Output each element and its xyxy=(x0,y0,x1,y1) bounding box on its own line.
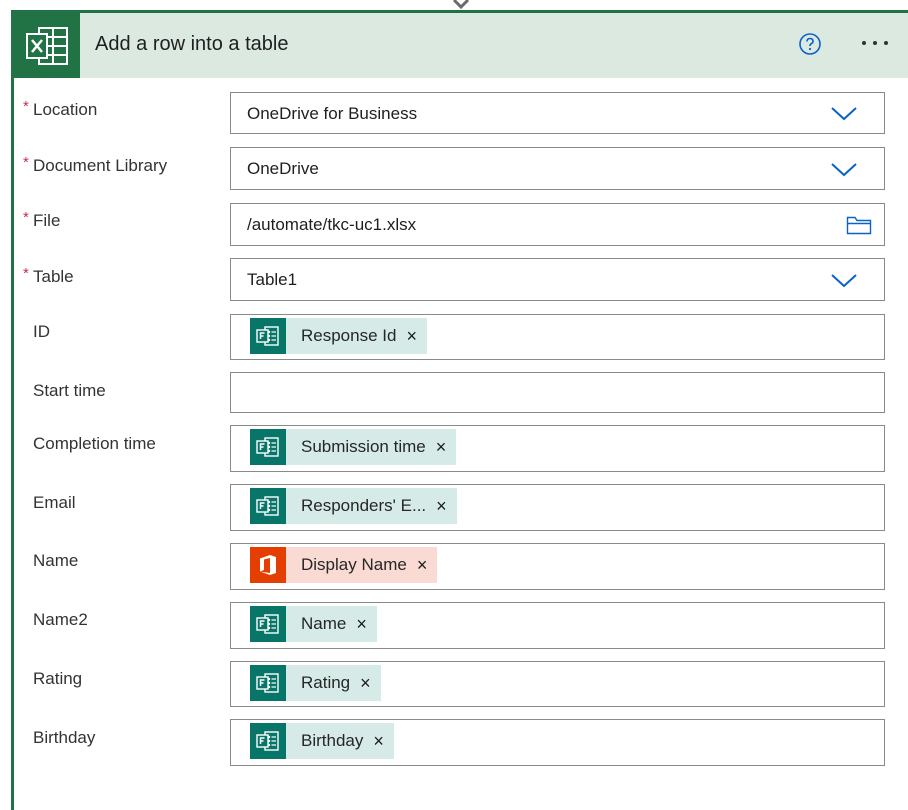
birthday-field[interactable]: Birthday × xyxy=(230,719,885,766)
id-label: ID xyxy=(33,322,50,341)
more-options-icon[interactable] xyxy=(858,30,892,56)
forms-icon xyxy=(250,488,286,524)
table-value: Table1 xyxy=(247,270,298,289)
remove-token-icon[interactable]: × xyxy=(346,615,377,633)
dynamic-content-token[interactable]: Response Id × xyxy=(250,318,427,354)
start-time-label: Start time xyxy=(33,381,106,400)
token-label: Name xyxy=(301,614,347,633)
remove-token-icon[interactable]: × xyxy=(350,674,381,692)
document-library-dropdown[interactable]: OneDrive xyxy=(230,147,885,190)
required-asterisk: * xyxy=(23,209,29,226)
table-label: * Table xyxy=(23,265,74,286)
dynamic-content-token[interactable]: Name × xyxy=(250,606,377,642)
token-label: Submission time xyxy=(301,437,426,456)
token-label: Response Id xyxy=(301,326,397,345)
token-label: Rating xyxy=(301,673,351,692)
token-label: Responders' E... xyxy=(301,496,427,515)
id-field[interactable]: Response Id × xyxy=(230,314,885,360)
chevron-down-icon[interactable] xyxy=(830,106,858,122)
completion-time-field[interactable]: Submission time × xyxy=(230,425,885,472)
rating-label: Rating xyxy=(33,669,83,688)
forms-icon xyxy=(250,665,286,701)
required-asterisk: * xyxy=(23,154,29,171)
file-input[interactable]: /automate/tkc-uc1.xlsx xyxy=(230,203,885,246)
remove-token-icon[interactable]: × xyxy=(426,497,457,515)
file-label: * File xyxy=(23,209,61,230)
remove-token-icon[interactable]: × xyxy=(396,327,427,345)
file-value: /automate/tkc-uc1.xlsx xyxy=(247,215,417,234)
forms-icon xyxy=(250,318,286,354)
token-label: Birthday xyxy=(301,731,364,750)
completion-time-label: Completion time xyxy=(33,434,156,453)
forms-icon xyxy=(250,606,286,642)
chevron-down-icon[interactable] xyxy=(830,273,858,289)
dynamic-content-token[interactable]: Rating × xyxy=(250,665,381,701)
remove-token-icon[interactable]: × xyxy=(426,438,457,456)
dynamic-content-token[interactable]: Birthday × xyxy=(250,723,394,759)
required-asterisk: * xyxy=(23,98,29,115)
birthday-label: Birthday xyxy=(33,728,96,747)
dynamic-content-token[interactable]: Submission time × xyxy=(250,429,457,465)
token-label: Display Name xyxy=(301,555,407,574)
required-asterisk: * xyxy=(23,265,29,282)
dynamic-content-token[interactable]: Responders' E... × xyxy=(250,488,457,524)
name2-field[interactable]: Name × xyxy=(230,602,885,649)
action-title: Add a row into a table xyxy=(95,33,289,55)
folder-icon[interactable] xyxy=(846,215,872,235)
table-dropdown[interactable]: Table1 xyxy=(230,258,885,301)
location-label: * Location xyxy=(23,98,98,119)
help-icon[interactable] xyxy=(799,33,821,55)
email-field[interactable]: Responders' E... × xyxy=(230,484,885,531)
name2-label: Name2 xyxy=(33,610,88,629)
dynamic-content-token[interactable]: Display Name × xyxy=(250,547,438,583)
location-dropdown[interactable]: OneDrive for Business xyxy=(230,92,885,134)
location-value: OneDrive for Business xyxy=(247,104,418,123)
flow-connector-arrow-icon xyxy=(452,0,470,10)
forms-icon xyxy=(250,429,286,465)
office365-icon xyxy=(250,547,286,583)
name-field[interactable]: Display Name × xyxy=(230,543,885,590)
remove-token-icon[interactable]: × xyxy=(407,556,438,574)
forms-icon xyxy=(250,723,286,759)
document-library-value: OneDrive xyxy=(247,159,319,178)
name-label: Name xyxy=(33,551,79,570)
remove-token-icon[interactable]: × xyxy=(363,732,394,750)
start-time-input[interactable] xyxy=(230,372,885,413)
excel-icon xyxy=(14,13,80,78)
action-header[interactable]: Add a row into a table xyxy=(14,13,908,78)
rating-field[interactable]: Rating × xyxy=(230,661,885,707)
email-label: Email xyxy=(33,493,76,512)
chevron-down-icon[interactable] xyxy=(830,162,858,178)
document-library-label: * Document Library xyxy=(23,154,168,175)
